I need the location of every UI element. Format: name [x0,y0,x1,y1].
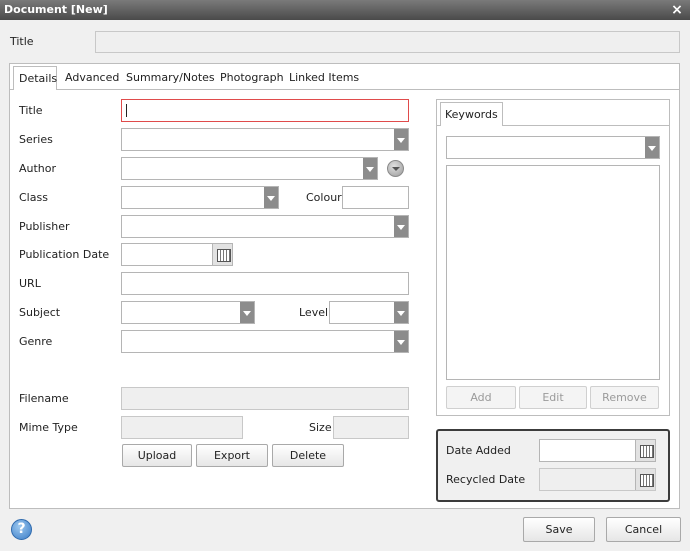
publication-date-label: Publication Date [19,248,110,261]
subject-select[interactable] [121,301,255,324]
level-select[interactable] [329,301,409,324]
calendar-icon[interactable] [212,244,232,265]
tab-linked-items[interactable]: Linked Items [284,66,364,90]
delete-button[interactable]: Delete [272,444,344,467]
export-button[interactable]: Export [196,444,268,467]
url-input[interactable] [121,272,409,295]
filename-field [121,387,409,410]
colour-input[interactable] [342,186,409,209]
class-label: Class [19,191,48,204]
publication-date-input[interactable] [121,243,233,266]
tab-divider [10,89,679,90]
size-field [333,416,409,439]
tab-summary-notes[interactable]: Summary/Notes [121,66,220,90]
date-added-label: Date Added [446,444,511,457]
tab-keywords[interactable]: Keywords [440,102,503,126]
series-select[interactable] [121,128,409,151]
author-label: Author [19,162,57,175]
genre-label: Genre [19,335,53,348]
window-title: Document [New] [4,3,108,16]
header-title-label: Title [10,35,34,48]
chevron-down-icon [392,167,400,171]
chevron-down-icon[interactable] [240,302,254,323]
chevron-down-icon[interactable] [394,129,408,150]
cancel-button[interactable]: Cancel [606,517,681,542]
genre-select[interactable] [121,330,409,353]
save-button[interactable]: Save [523,517,595,542]
chevron-down-icon[interactable] [363,158,377,179]
publisher-label: Publisher [19,220,70,233]
text-caret [126,104,127,117]
keyword-add-button[interactable]: Add [446,386,516,409]
chevron-down-icon[interactable] [394,302,408,323]
chevron-down-icon[interactable] [394,216,408,237]
title-label: Title [19,104,43,117]
recycled-date-label: Recycled Date [446,473,526,486]
chevron-down-icon[interactable] [394,331,408,352]
keyword-remove-button[interactable]: Remove [590,386,659,409]
series-label: Series [19,133,53,146]
mime-type-label: Mime Type [19,421,78,434]
subject-label: Subject [19,306,61,319]
filename-label: Filename [19,392,69,405]
calendar-icon [635,469,655,490]
publisher-select[interactable] [121,215,409,238]
keyword-edit-button[interactable]: Edit [519,386,587,409]
close-icon[interactable]: × [670,0,684,20]
chevron-down-icon[interactable] [264,187,278,208]
size-label: Size [309,421,332,434]
header-title-field [95,31,680,53]
tab-advanced[interactable]: Advanced [60,66,124,90]
author-select[interactable] [121,157,378,180]
upload-button[interactable]: Upload [122,444,192,467]
url-label: URL [19,277,41,290]
level-label: Level [299,306,329,319]
class-select[interactable] [121,186,279,209]
date-added-input[interactable] [539,439,656,462]
active-tab-gap [14,89,56,90]
colour-label: Colour [306,191,342,204]
title-input[interactable] [121,99,409,122]
recycled-date-input [539,468,656,491]
keywords-list[interactable] [446,165,660,380]
window-title-bar: Document [New] [0,0,690,20]
tab-details[interactable]: Details [13,66,57,90]
help-icon[interactable]: ? [11,519,32,540]
tab-photograph[interactable]: Photograph [215,66,289,90]
calendar-icon[interactable] [635,440,655,461]
keywords-select[interactable] [446,136,660,159]
author-dropdown-button[interactable] [387,160,404,177]
chevron-down-icon[interactable] [645,137,659,158]
mime-type-field [121,416,243,439]
